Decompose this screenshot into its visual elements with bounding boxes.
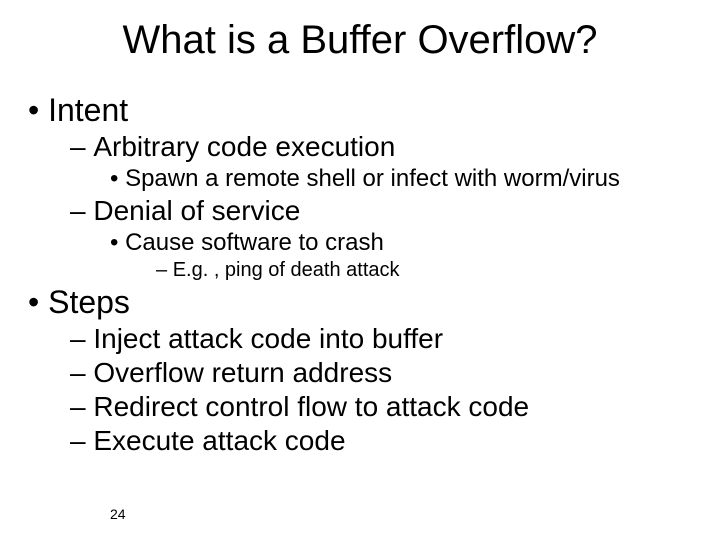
bullet-spawn-shell: • Spawn a remote shell or infect with wo… — [110, 165, 700, 193]
slide-content: • Intent – Arbitrary code execution • Sp… — [28, 90, 700, 459]
bullet-dos-text: Denial of service — [93, 195, 300, 226]
bullet-arbitrary-code-text: Arbitrary code execution — [93, 131, 395, 162]
bullet-step-4-text: Execute attack code — [93, 425, 345, 456]
bullet-step-3-text: Redirect control flow to attack code — [93, 391, 529, 422]
bullet-step-2: – Overflow return address — [70, 357, 700, 389]
bullet-step-3: – Redirect control flow to attack code — [70, 391, 700, 423]
bullet-intent: • Intent — [28, 92, 700, 129]
bullet-arbitrary-code: – Arbitrary code execution — [70, 131, 700, 163]
bullet-spawn-shell-text: Spawn a remote shell or infect with worm… — [125, 165, 620, 192]
bullet-dos: – Denial of service — [70, 195, 700, 227]
bullet-intent-text: Intent — [48, 92, 128, 128]
bullet-crash-text: Cause software to crash — [125, 229, 384, 256]
bullet-steps-text: Steps — [48, 284, 130, 320]
bullet-step-2-text: Overflow return address — [93, 357, 392, 388]
bullet-step-4: – Execute attack code — [70, 425, 700, 457]
bullet-ping-of-death-text: E.g. , ping of death attack — [173, 259, 400, 281]
bullet-crash: • Cause software to crash — [110, 229, 700, 257]
page-number: 24 — [110, 506, 126, 522]
slide-title: What is a Buffer Overflow? — [0, 18, 720, 63]
bullet-step-1: – Inject attack code into buffer — [70, 323, 700, 355]
slide: What is a Buffer Overflow? • Intent – Ar… — [0, 0, 720, 540]
bullet-ping-of-death: – E.g. , ping of death attack — [156, 259, 700, 282]
bullet-step-1-text: Inject attack code into buffer — [93, 323, 443, 354]
bullet-steps: • Steps — [28, 284, 700, 321]
